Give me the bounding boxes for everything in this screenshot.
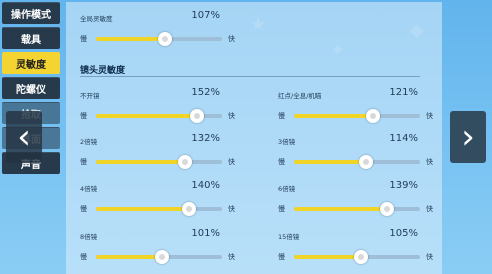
fast-label: 快	[228, 112, 235, 120]
slow-label: 慢	[278, 112, 285, 120]
slider-track[interactable]	[96, 109, 222, 123]
setting-value: 105%	[389, 228, 418, 239]
setting-label: 6倍镜	[278, 185, 296, 193]
setting-label: 4倍镜	[80, 185, 98, 193]
tab-label: 陀螺仪	[16, 85, 46, 96]
slow-label: 慢	[278, 205, 285, 213]
prev-page-button[interactable]: ‹	[6, 111, 42, 163]
slider-fill	[96, 207, 190, 211]
slider-fill	[96, 255, 162, 259]
slider-fill	[96, 37, 166, 41]
setting-label: 3倍镜	[278, 138, 296, 146]
fast-label: 快	[228, 35, 235, 43]
fast-label: 快	[228, 158, 235, 166]
setting-value: 121%	[389, 87, 418, 98]
fast-label: 快	[426, 158, 433, 166]
tab-label: 灵敏度	[16, 60, 46, 71]
slider-fill	[96, 160, 186, 164]
setting-value: 101%	[191, 228, 220, 239]
slider-track[interactable]	[294, 109, 420, 123]
slider-track[interactable]	[294, 202, 420, 216]
slider-track[interactable]	[96, 250, 222, 264]
slider-fill	[96, 114, 197, 118]
tab-operation-mode[interactable]: 操作模式	[2, 2, 60, 24]
next-page-button[interactable]: ›	[450, 111, 486, 163]
chevron-left-icon: ‹	[17, 117, 31, 157]
slider-fill	[294, 255, 361, 259]
section-divider	[80, 76, 420, 77]
tab-label: 载具	[21, 35, 41, 46]
setting-value: 140%	[191, 180, 220, 191]
tab-label: 操作模式	[11, 10, 51, 21]
slider-knob[interactable]	[154, 250, 169, 264]
setting-label: 2倍镜	[80, 138, 98, 146]
slider-track[interactable]	[96, 202, 222, 216]
slow-label: 慢	[80, 205, 87, 213]
fast-label: 快	[228, 205, 235, 213]
slider-track[interactable]	[294, 155, 420, 169]
fast-label: 快	[426, 253, 433, 261]
slider-track[interactable]	[96, 32, 222, 46]
section-title: 镜头灵敏度	[80, 66, 126, 76]
slider-fill	[294, 114, 374, 118]
slow-label: 慢	[278, 158, 285, 166]
setting-value: 152%	[191, 87, 220, 98]
slider-knob[interactable]	[353, 250, 368, 264]
settings-panel	[66, 2, 442, 274]
tab-sensitivity[interactable]: 灵敏度	[2, 52, 60, 74]
setting-label: 8倍镜	[80, 233, 98, 241]
fast-label: 快	[228, 253, 235, 261]
slider-track[interactable]	[96, 155, 222, 169]
tab-gyroscope[interactable]: 陀螺仪	[2, 77, 60, 99]
setting-label: 15倍镜	[278, 233, 300, 241]
slider-knob[interactable]	[189, 109, 204, 123]
fast-label: 快	[426, 205, 433, 213]
slider-track[interactable]	[294, 250, 420, 264]
slow-label: 慢	[80, 35, 87, 43]
setting-value: 139%	[389, 180, 418, 191]
setting-label: 红点/全息/机瞄	[278, 92, 322, 100]
tab-vehicle[interactable]: 载具	[2, 27, 60, 49]
slider-knob[interactable]	[358, 155, 373, 169]
setting-value: 132%	[191, 133, 220, 144]
slow-label: 慢	[278, 253, 285, 261]
setting-value: 107%	[191, 10, 220, 21]
slider-fill	[294, 160, 366, 164]
setting-label: 不开镜	[80, 92, 100, 100]
slider-fill	[294, 207, 388, 211]
setting-label: 全局灵敏度	[80, 15, 113, 23]
chevron-right-icon: ›	[461, 117, 475, 157]
slow-label: 慢	[80, 112, 87, 120]
slow-label: 慢	[80, 158, 87, 166]
setting-value: 114%	[389, 133, 418, 144]
fast-label: 快	[426, 112, 433, 120]
slow-label: 慢	[80, 253, 87, 261]
